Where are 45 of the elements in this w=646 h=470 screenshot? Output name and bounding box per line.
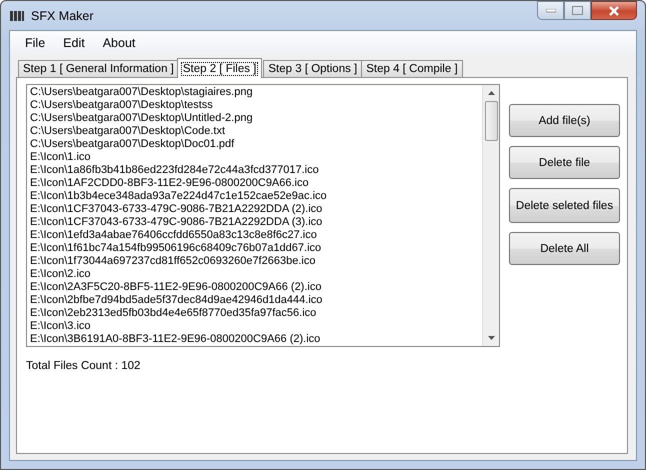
- list-item[interactable]: E:\Icon\3.ico: [30, 320, 479, 333]
- list-item[interactable]: C:\Users\beatgara007\Desktop\Code.txt: [30, 125, 479, 138]
- maximize-button[interactable]: [564, 1, 591, 20]
- list-item[interactable]: E:\Icon\1efd3a4abae76406ccfdd6550a83c13c8e8f6c27.ico: [30, 229, 479, 242]
- list-item[interactable]: E:\Icon\1b3b4ece348ada93a7e224d47c1e152cae52e9ac.ico: [30, 190, 479, 203]
- list-item[interactable]: C:\Users\beatgara007\Desktop\testss: [30, 99, 479, 112]
- list-item[interactable]: E:\Icon\1.ico: [30, 151, 479, 164]
- list-item[interactable]: E:\Icon\1CF37043-6733-479C-9086-7B21A2292DDA (3).ico: [30, 216, 479, 229]
- tab[interactable]: Step 2 [ Files ]: [176, 58, 262, 78]
- menu-item[interactable]: File: [16, 36, 54, 50]
- list-item[interactable]: C:\Users\beatgara007\Desktop\Untitled-2.png: [30, 112, 479, 125]
- action-button[interactable]: Add file(s): [509, 104, 620, 137]
- minimize-icon: [546, 8, 556, 12]
- list-item[interactable]: E:\Icon\1CF37043-6733-479C-9086-7B21A2292DDA (2).ico: [30, 203, 479, 216]
- action-button[interactable]: Delete All: [509, 232, 620, 265]
- scrollbar[interactable]: [482, 85, 499, 346]
- app-icon: [10, 10, 24, 22]
- menu-item[interactable]: About: [94, 36, 144, 50]
- list-item[interactable]: E:\Icon\1AF2CDD0-8BF3-11E2-9E96-0800200C9A66.ico: [30, 177, 479, 190]
- file-list[interactable]: [26, 84, 500, 347]
- list-item[interactable]: E:\Icon\1f61bc74a154fb99506196c68409c76b07a1dd67.ico: [30, 242, 479, 255]
- list-item[interactable]: C:\Users\beatgara007\Desktop\stagiaires.png: [30, 86, 479, 99]
- tab[interactable]: Step 4 [ Compile ]: [361, 60, 463, 77]
- scroll-up-icon[interactable]: [488, 91, 494, 95]
- close-button[interactable]: [591, 1, 637, 20]
- action-button[interactable]: Delete seleted files: [509, 188, 620, 223]
- list-item[interactable]: E:\Icon\2.ico: [30, 268, 479, 281]
- scroll-down-icon[interactable]: [488, 336, 494, 340]
- total-files-count: Total Files Count : 102: [26, 360, 142, 372]
- list-item[interactable]: E:\Icon\2eb2313ed5fb03bd4e4e65f8770ed35fa97fac56.ico: [30, 307, 479, 320]
- minimize-button[interactable]: [537, 1, 564, 20]
- list-item[interactable]: E:\Icon\3B6191A0-8BF3-11E2-9E96-0800200C9A66 (2).ico: [30, 333, 479, 346]
- list-item[interactable]: E:\Icon\2A3F5C20-8BF5-11E2-9E96-0800200C9A66 (2).ico: [30, 281, 479, 294]
- tab[interactable]: Step 3 [ Options ]: [263, 60, 362, 77]
- list-item[interactable]: E:\Icon\1f73044a697237cd81ff652c0693260e7f2663be.ico: [30, 255, 479, 268]
- list-item[interactable]: C:\Users\beatgara007\Desktop\Doc01.pdf: [30, 138, 479, 151]
- list-item[interactable]: E:\Icon\1a86fb3b41b86ed223fd284e72c44a3fcd377017.ico: [30, 164, 479, 177]
- close-icon: [608, 6, 620, 16]
- scroll-thumb[interactable]: [484, 101, 498, 141]
- maximize-icon: [572, 6, 583, 15]
- window-title: SFX Maker: [31, 8, 94, 22]
- action-button[interactable]: Delete file: [509, 146, 620, 179]
- list-item[interactable]: E:\Icon\2bfbe7d94bd5ade5f37dec84d9ae42946d1da444.ico: [30, 294, 479, 307]
- menu-item[interactable]: Edit: [54, 36, 94, 50]
- tab[interactable]: Step 1 [ General Information ]: [18, 60, 179, 77]
